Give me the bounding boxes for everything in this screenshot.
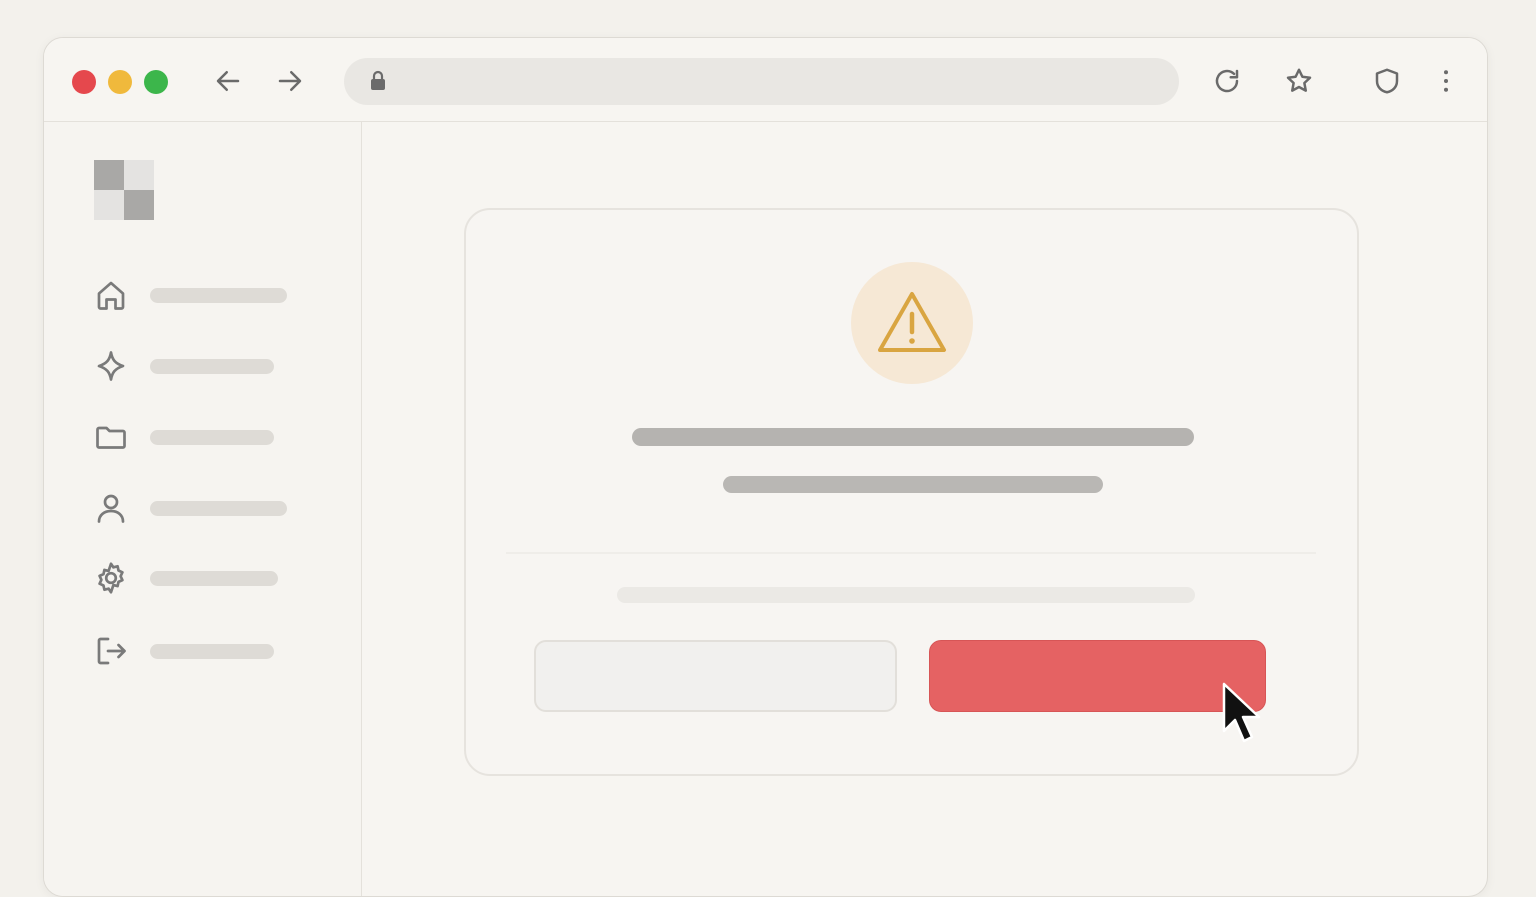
sparkle-icon [88,343,134,389]
sidebar-item-sparkle[interactable] [88,343,308,389]
url-input[interactable] [404,66,1144,97]
gear-icon [88,555,134,601]
star-icon[interactable] [1281,63,1317,99]
browser-window [43,37,1488,897]
sidebar-item-label-placeholder [150,429,274,445]
lock-icon [371,70,385,90]
forward-arrow-icon[interactable] [272,63,308,99]
browser-toolbar [44,38,1487,122]
sidebar-item-label-placeholder [150,570,278,586]
sidebar-item-folder[interactable] [88,414,308,460]
sidebar-item-logout[interactable] [88,628,308,674]
sidebar-item-label-placeholder [150,358,274,374]
logout-icon [88,628,134,674]
close-window-button[interactable] [72,70,96,94]
dialog-divider [506,552,1316,554]
maximize-window-button[interactable] [144,70,168,94]
back-arrow-icon[interactable] [210,63,246,99]
sidebar-item-label-placeholder [150,643,274,659]
dialog-message [723,476,1103,493]
sidebar-item-label-placeholder [150,287,287,303]
reload-icon[interactable] [1209,63,1245,99]
kebab-menu-icon[interactable] [1428,63,1464,99]
address-bar[interactable] [344,58,1179,105]
sidebar-item-profile[interactable] [88,485,308,531]
home-icon [88,272,134,318]
sidebar-item-settings[interactable] [88,555,308,601]
cancel-button[interactable] [534,640,897,712]
user-icon [88,485,134,531]
confirm-button[interactable] [929,640,1266,712]
dialog-title [632,428,1194,446]
sidebar [44,122,362,896]
shield-icon[interactable] [1369,63,1405,99]
dialog-hint [617,587,1195,603]
mouse-cursor-icon [1222,682,1261,743]
folder-icon [88,414,134,460]
sidebar-item-home[interactable] [88,272,308,318]
warning-icon-badge [851,262,973,384]
warning-icon [878,292,946,352]
app-logo [94,160,154,220]
sidebar-item-label-placeholder [150,500,287,516]
minimize-window-button[interactable] [108,70,132,94]
